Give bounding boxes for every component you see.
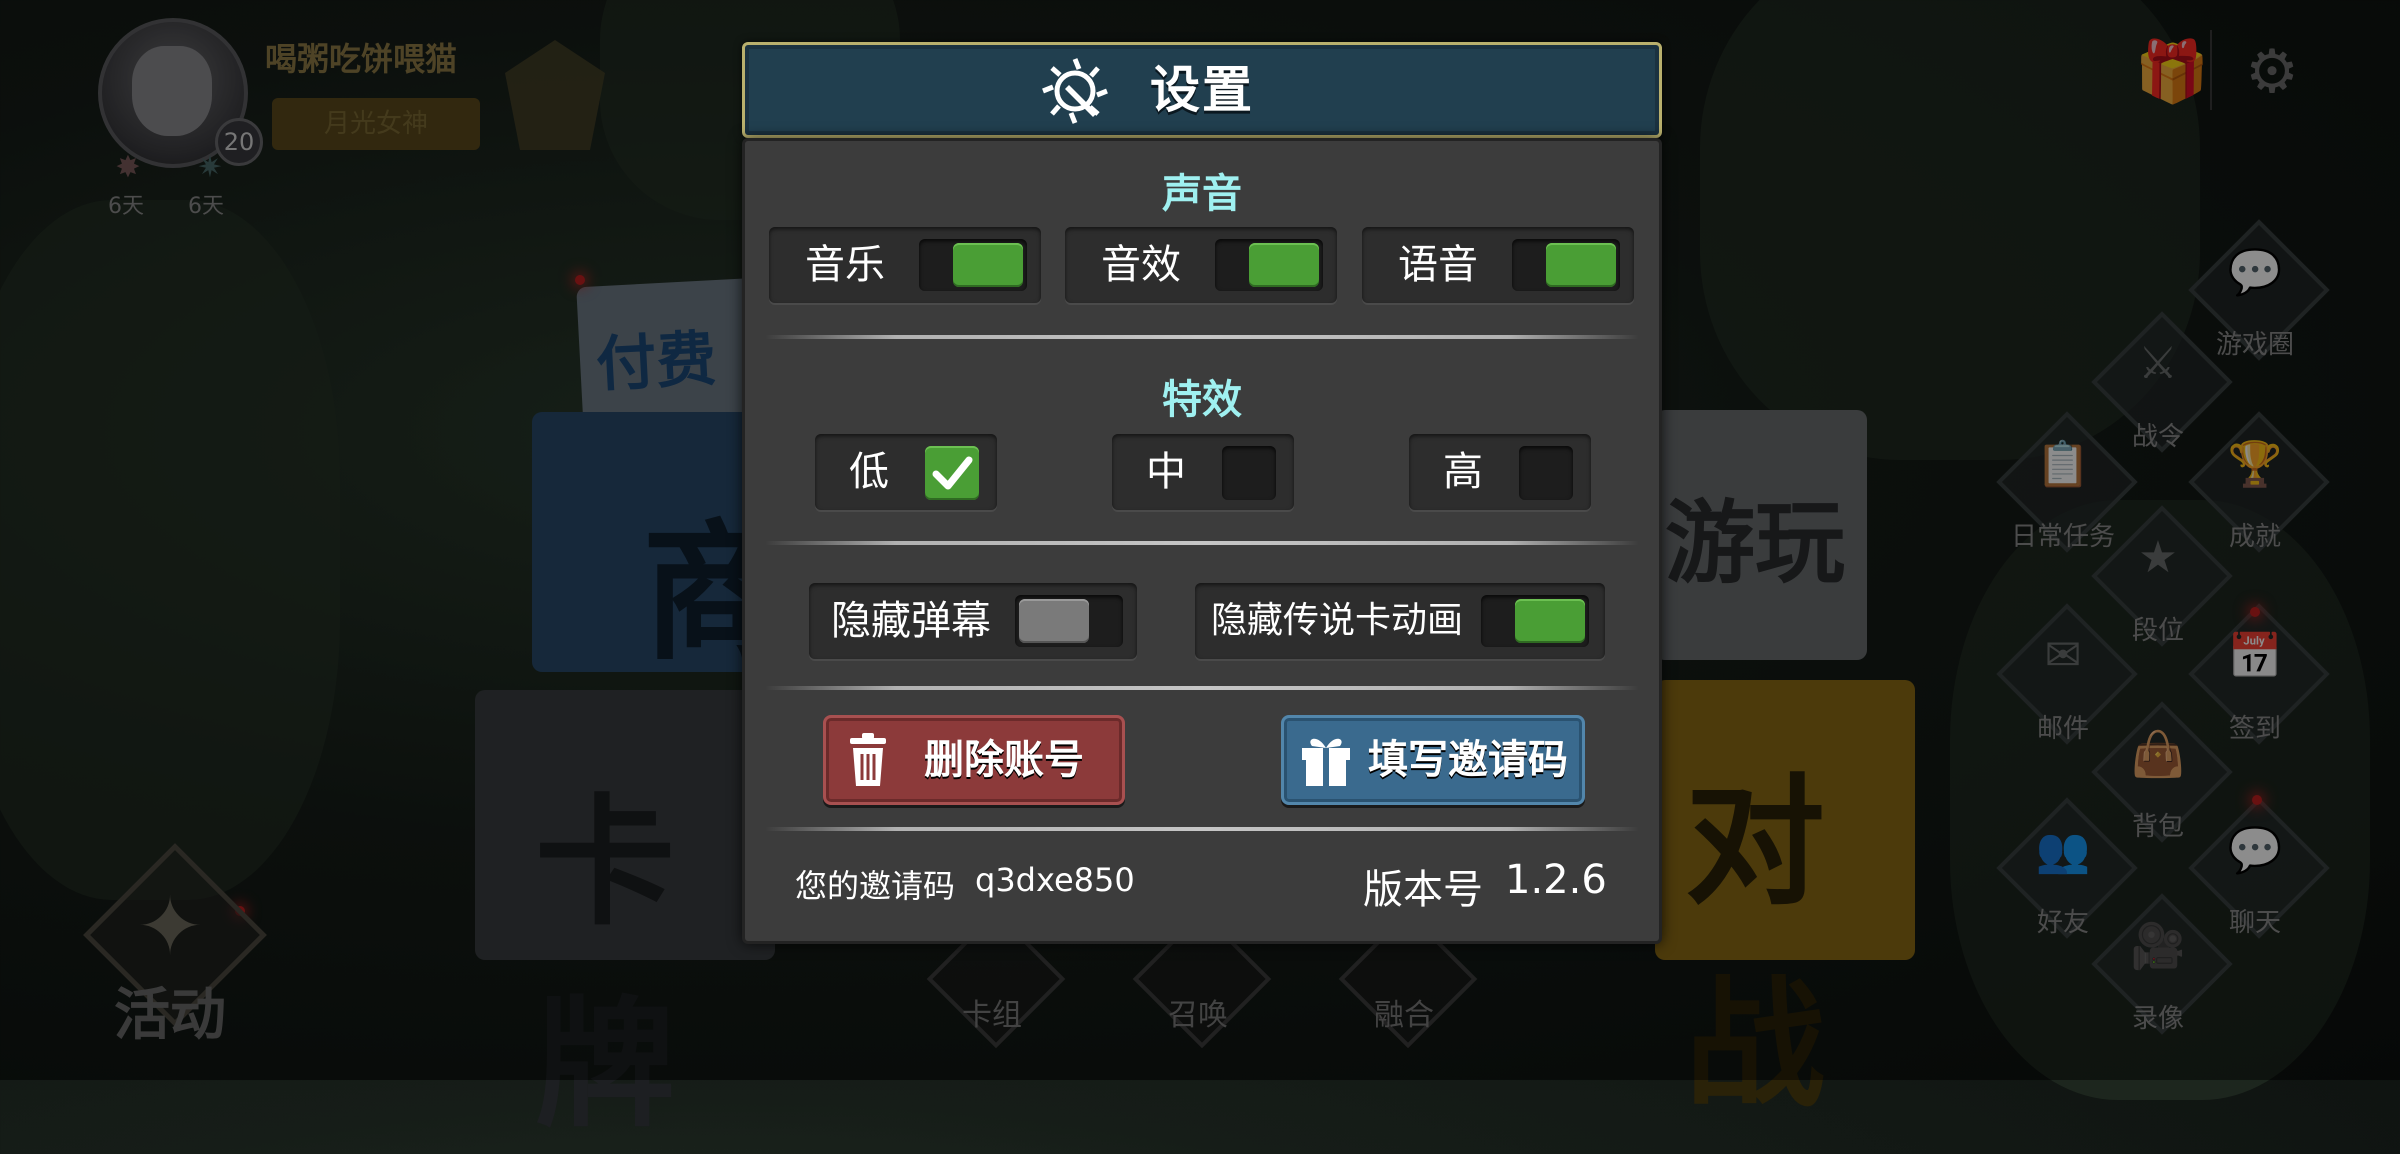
hide-legend-animation-toggle[interactable] <box>1481 595 1589 647</box>
settings-dialog-title: 设置 <box>1150 61 1254 119</box>
hide-legend-animation-setting: 隐藏传说卡动画 <box>1195 583 1605 659</box>
invite-code-value: q3dxe850 <box>975 861 1135 899</box>
gift-box-icon <box>1302 738 1350 786</box>
voice-label: 语音 <box>1398 242 1478 288</box>
version-value: 1.2.6 <box>1505 857 1607 903</box>
effects-section-heading: 特效 <box>1162 377 1242 423</box>
sound-effects-setting: 音效 <box>1065 227 1337 303</box>
section-separator <box>765 541 1639 545</box>
music-toggle[interactable] <box>919 239 1027 291</box>
sound-effects-label: 音效 <box>1101 242 1181 288</box>
effects-high-label: 高 <box>1443 449 1483 495</box>
hide-danmaku-toggle[interactable] <box>1015 595 1123 647</box>
sound-effects-toggle[interactable] <box>1215 239 1323 291</box>
effects-low-checkbox[interactable] <box>925 446 979 500</box>
hide-legend-animation-label: 隐藏传说卡动画 <box>1211 600 1464 641</box>
toggle-knob <box>1249 243 1319 287</box>
toggle-knob <box>1019 599 1089 643</box>
trash-icon <box>850 733 886 786</box>
toggle-knob <box>1515 599 1585 643</box>
effects-low-option[interactable]: 低 <box>815 434 997 510</box>
music-label: 音乐 <box>805 242 885 288</box>
effects-medium-checkbox[interactable] <box>1222 446 1276 500</box>
section-separator <box>765 827 1639 831</box>
effects-medium-label: 中 <box>1146 449 1186 495</box>
toggle-knob <box>1546 243 1616 287</box>
effects-high-option[interactable]: 高 <box>1409 434 1591 510</box>
settings-dialog: 声音 音乐 音效 语音 特效 低 中 高 隐藏弹幕 隐藏传说卡动画 删除账号 填… <box>742 138 1662 944</box>
voice-toggle[interactable] <box>1512 239 1620 291</box>
delete-account-label: 删除账号 <box>924 737 1084 783</box>
invite-code-prefix: 您的邀请码 <box>795 867 956 905</box>
voice-setting: 语音 <box>1362 227 1634 303</box>
effects-high-checkbox[interactable] <box>1519 446 1573 500</box>
enter-invite-code-button[interactable]: 填写邀请码 <box>1281 715 1585 805</box>
music-setting: 音乐 <box>769 227 1041 303</box>
version-prefix: 版本号 <box>1363 867 1483 913</box>
section-separator <box>765 335 1639 339</box>
checkmark-icon <box>932 456 973 490</box>
hide-danmaku-label: 隐藏弹幕 <box>831 598 991 644</box>
toggle-knob <box>953 243 1023 287</box>
delete-account-button[interactable]: 删除账号 <box>823 715 1125 805</box>
enter-invite-code-label: 填写邀请码 <box>1368 737 1568 783</box>
hide-danmaku-setting: 隐藏弹幕 <box>809 583 1137 659</box>
effects-medium-option[interactable]: 中 <box>1112 434 1294 510</box>
section-separator <box>765 686 1639 690</box>
settings-dialog-header: 设置 <box>742 42 1662 138</box>
effects-low-label: 低 <box>849 449 889 495</box>
sound-section-heading: 声音 <box>1162 171 1242 217</box>
